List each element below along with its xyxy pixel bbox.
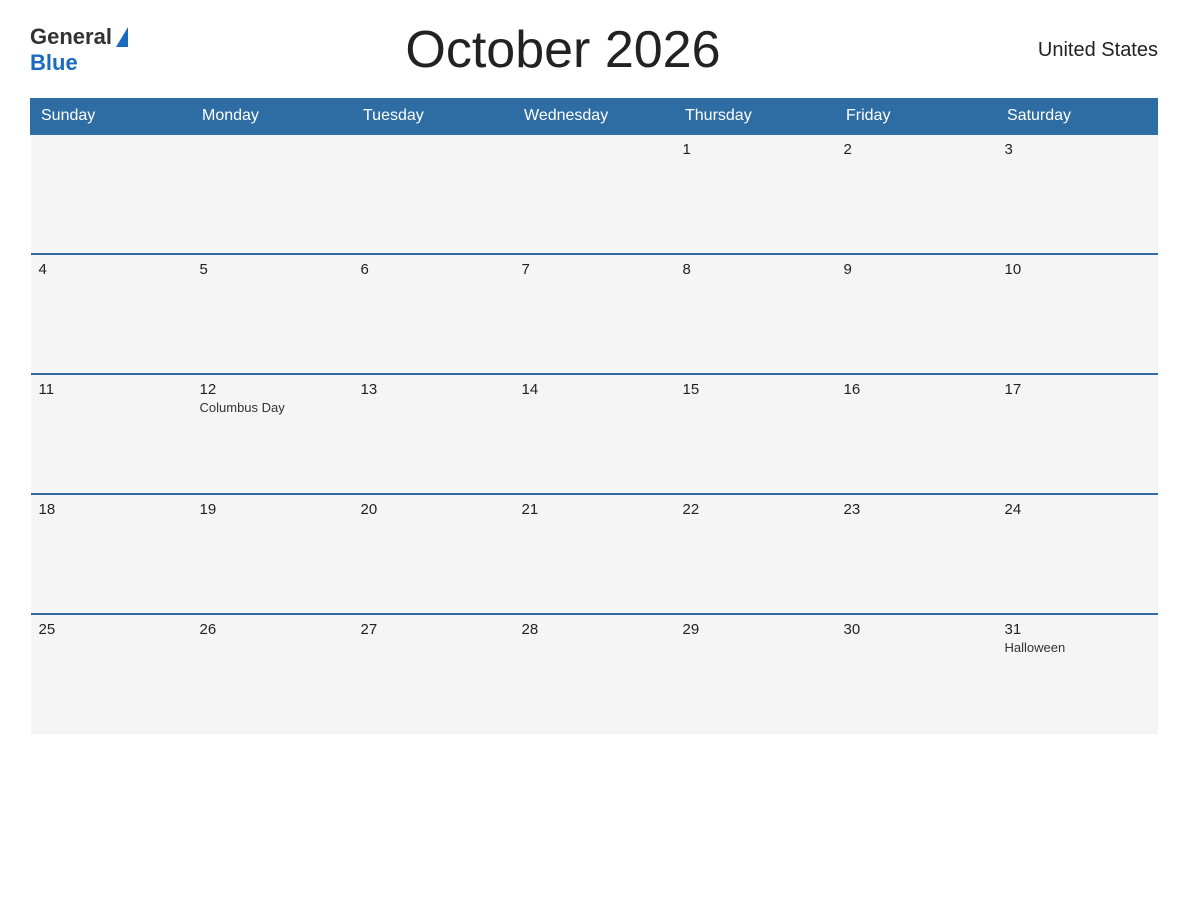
calendar-week-1: 123 [31,134,1158,254]
calendar-cell-w1-d2 [353,134,514,254]
day-number: 6 [361,261,506,278]
calendar-page: General Blue October 2026 United States … [0,0,1188,918]
calendar-cell-w4-d1: 19 [192,494,353,614]
day-number: 30 [844,621,989,638]
calendar-cell-w4-d3: 21 [514,494,675,614]
calendar-cell-w2-d5: 9 [836,254,997,374]
day-number: 21 [522,501,667,518]
header: General Blue October 2026 United States [30,20,1158,80]
calendar-week-3: 11 12 Columbus Day 13 14 15 16 17 [31,374,1158,494]
calendar-table: Sunday Monday Tuesday Wednesday Thursday… [30,98,1158,734]
day-number: 7 [522,261,667,278]
day-number: 9 [844,261,989,278]
day-number: 26 [200,621,345,638]
calendar-cell-w3-d3: 14 [514,374,675,494]
col-monday: Monday [192,99,353,135]
day-number: 5 [200,261,345,278]
day-number: 18 [39,501,184,518]
calendar-cell-w4-d2: 20 [353,494,514,614]
day-number: 3 [1005,141,1150,158]
logo-blue-text: Blue [30,50,78,76]
logo-general-text: General [30,24,112,50]
calendar-cell-w4-d0: 18 [31,494,192,614]
col-thursday: Thursday [675,99,836,135]
calendar-cell-w1-d5: 2 [836,134,997,254]
col-wednesday: Wednesday [514,99,675,135]
calendar-cell-w5-d4: 29 [675,614,836,734]
holiday-label: Columbus Day [200,400,345,415]
calendar-cell-w4-d6: 24 [997,494,1158,614]
day-number: 25 [39,621,184,638]
calendar-cell-w3-d6: 17 [997,374,1158,494]
day-number: 22 [683,501,828,518]
calendar-week-2: 456789 10 [31,254,1158,374]
day-number: 19 [200,501,345,518]
day-number: 24 [1005,501,1150,518]
calendar-cell-w5-d1: 26 [192,614,353,734]
day-number: 1 [683,141,828,158]
calendar-cell-w3-d0: 11 [31,374,192,494]
day-number: 17 [1005,381,1150,398]
calendar-cell-w3-d1: 12 Columbus Day [192,374,353,494]
calendar-header-row: Sunday Monday Tuesday Wednesday Thursday… [31,99,1158,135]
day-number: 14 [522,381,667,398]
col-saturday: Saturday [997,99,1158,135]
calendar-cell-w2-d6: 10 [997,254,1158,374]
calendar-cell-w1-d4: 1 [675,134,836,254]
calendar-cell-w4-d4: 22 [675,494,836,614]
calendar-week-5: 25 26 27 28 29 30 31 Halloween [31,614,1158,734]
day-number: 29 [683,621,828,638]
calendar-cell-w4-d5: 23 [836,494,997,614]
calendar-week-4: 18 19 20 21 22 23 24 [31,494,1158,614]
holiday-label: Halloween [1005,640,1150,655]
day-number: 11 [39,381,184,398]
col-tuesday: Tuesday [353,99,514,135]
calendar-cell-w2-d4: 8 [675,254,836,374]
day-number: 28 [522,621,667,638]
calendar-cell-w3-d2: 13 [353,374,514,494]
day-number: 23 [844,501,989,518]
day-number: 10 [1005,261,1150,278]
day-number: 15 [683,381,828,398]
day-number: 16 [844,381,989,398]
day-number: 12 [200,381,345,398]
calendar-cell-w2-d2: 6 [353,254,514,374]
day-number: 4 [39,261,184,278]
calendar-cell-w5-d6: 31 Halloween [997,614,1158,734]
logo: General Blue [30,24,128,76]
calendar-cell-w2-d1: 5 [192,254,353,374]
calendar-cell-w5-d5: 30 [836,614,997,734]
calendar-cell-w1-d6: 3 [997,134,1158,254]
country-label: United States [998,39,1158,62]
calendar-cell-w5-d0: 25 [31,614,192,734]
day-number: 13 [361,381,506,398]
page-title: October 2026 [128,20,998,80]
day-number: 27 [361,621,506,638]
calendar-cell-w3-d4: 15 [675,374,836,494]
day-number: 20 [361,501,506,518]
logo-triangle-icon [116,27,128,47]
day-number: 8 [683,261,828,278]
calendar-cell-w5-d2: 27 [353,614,514,734]
calendar-cell-w5-d3: 28 [514,614,675,734]
day-number: 31 [1005,621,1150,638]
calendar-cell-w1-d3 [514,134,675,254]
calendar-cell-w1-d1 [192,134,353,254]
calendar-cell-w2-d3: 7 [514,254,675,374]
calendar-cell-w3-d5: 16 [836,374,997,494]
calendar-cell-w1-d0 [31,134,192,254]
calendar-cell-w2-d0: 4 [31,254,192,374]
col-sunday: Sunday [31,99,192,135]
day-number: 2 [844,141,989,158]
col-friday: Friday [836,99,997,135]
